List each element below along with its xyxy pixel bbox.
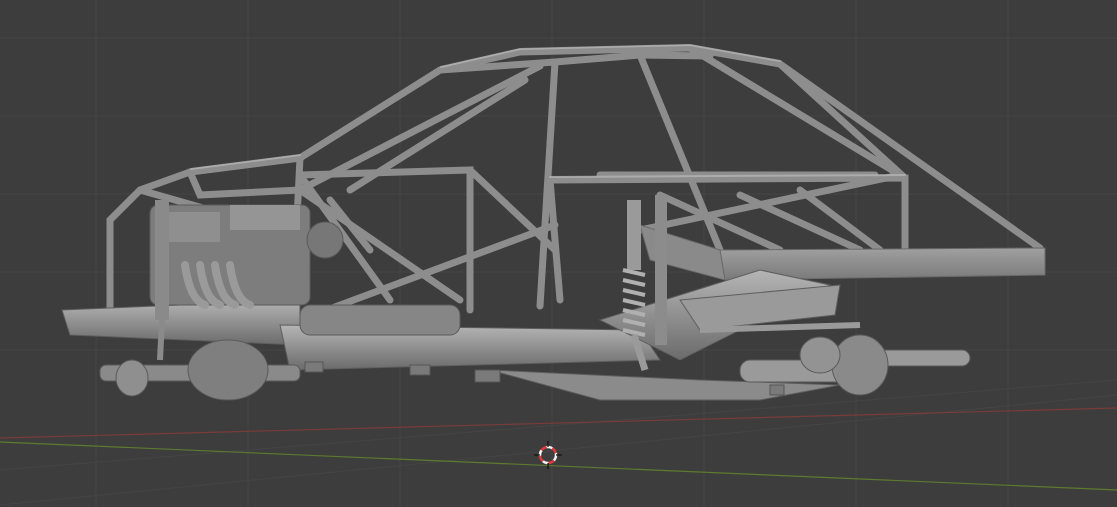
3d-viewport[interactable] [0,0,1117,507]
chassis-model[interactable] [0,0,1117,507]
3d-cursor-icon[interactable] [534,441,562,469]
front-axle [99,339,301,401]
